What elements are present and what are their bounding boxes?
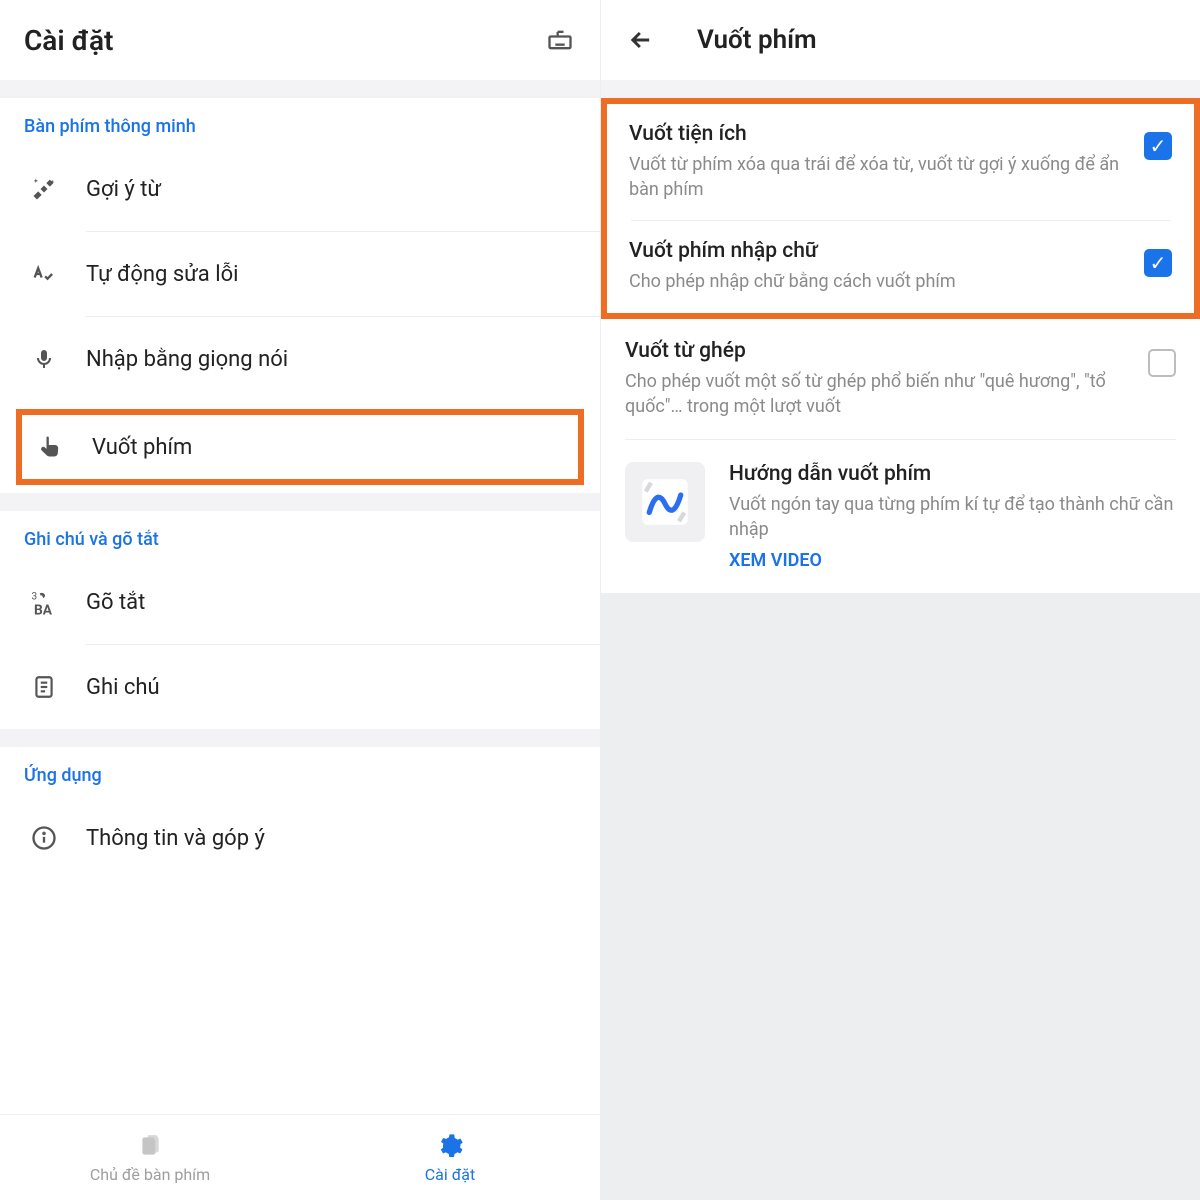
- empty-space: [601, 593, 1200, 1200]
- autocorrect-icon: [24, 254, 64, 294]
- tab-label: Cài đặt: [425, 1165, 475, 1184]
- swipe-header: Vuốt phím: [601, 0, 1200, 80]
- swipe-pane: Vuốt phím Vuốt tiện ích Vuốt từ phím xóa…: [600, 0, 1200, 1200]
- settings-header: Cài đặt: [0, 0, 600, 80]
- option-desc: Cho phép vuốt một số từ ghép phổ biến nh…: [625, 369, 1136, 419]
- settings-pane: Cài đặt Bàn phím thông minh Gợi ý từ: [0, 0, 600, 1200]
- guide-link[interactable]: XEM VIDEO: [729, 550, 1176, 571]
- guide-desc: Vuốt ngón tay qua từng phím kí tự để tạo…: [729, 492, 1176, 542]
- row-voice-input[interactable]: Nhập bằng giọng nói: [0, 317, 600, 401]
- swipe-highlight: Vuốt tiện ích Vuốt từ phím xóa qua trái …: [601, 98, 1200, 319]
- checkbox-icon[interactable]: ✓: [1148, 349, 1176, 377]
- row-about[interactable]: Thông tin và góp ý: [0, 796, 600, 880]
- section-label-app: Ứng dụng: [0, 747, 600, 796]
- page-title: Vuốt phím: [697, 25, 817, 55]
- svg-text:BA: BA: [34, 603, 53, 618]
- option-desc: Cho phép nhập chữ bằng cách vuốt phím: [629, 269, 1132, 294]
- row-suggestions[interactable]: Gợi ý từ: [0, 147, 600, 231]
- option-swipe-typing[interactable]: Vuốt phím nhập chữ Cho phép nhập chữ bằn…: [607, 221, 1194, 312]
- section-gap: [0, 80, 600, 98]
- option-title: Vuốt từ ghép: [625, 339, 1136, 363]
- wand-icon: [24, 169, 64, 209]
- keyboard-picker-icon[interactable]: [544, 24, 576, 56]
- theme-icon: [135, 1131, 165, 1161]
- row-label: Gõ tắt: [86, 590, 145, 615]
- mic-icon: [24, 339, 64, 379]
- row-label: Gợi ý từ: [86, 177, 161, 202]
- option-title: Vuốt phím nhập chữ: [629, 239, 1132, 263]
- section-gap: [0, 493, 600, 511]
- info-icon: [24, 818, 64, 858]
- checkbox-icon[interactable]: ✓: [1144, 249, 1172, 277]
- guide-title: Hướng dẫn vuốt phím: [729, 462, 1176, 486]
- section-label-smart: Bàn phím thông minh: [0, 98, 600, 147]
- row-notes[interactable]: Ghi chú: [0, 645, 600, 729]
- section-label-notes: Ghi chú và gõ tắt: [0, 511, 600, 560]
- guide-block: Hướng dẫn vuốt phím Vuốt ngón tay qua từ…: [601, 440, 1200, 593]
- checkbox-icon[interactable]: ✓: [1144, 132, 1172, 160]
- row-swipe-highlight[interactable]: Vuốt phím: [16, 409, 584, 485]
- gear-icon: [435, 1131, 465, 1161]
- svg-text:3: 3: [32, 592, 38, 603]
- guide-thumbnail: [625, 462, 705, 542]
- tab-themes[interactable]: Chủ đề bàn phím: [0, 1115, 300, 1200]
- tab-settings[interactable]: Cài đặt: [300, 1115, 600, 1200]
- section-gap: [601, 80, 1200, 98]
- row-label: Nhập bằng giọng nói: [86, 347, 288, 372]
- option-desc: Vuốt từ phím xóa qua trái để xóa từ, vuố…: [629, 152, 1132, 202]
- tab-label: Chủ đề bàn phím: [90, 1165, 210, 1184]
- bottom-tabbar: Chủ đề bàn phím Cài đặt: [0, 1114, 600, 1200]
- row-shortcut[interactable]: 3BA Gõ tắt: [0, 560, 600, 644]
- row-autocorrect[interactable]: Tự động sửa lỗi: [0, 232, 600, 316]
- page-title: Cài đặt: [24, 24, 113, 57]
- row-label: Vuốt phím: [92, 435, 192, 460]
- back-button[interactable]: [625, 24, 657, 56]
- row-label: Thông tin và góp ý: [86, 826, 265, 851]
- note-icon: [24, 667, 64, 707]
- option-title: Vuốt tiện ích: [629, 122, 1132, 146]
- option-swipe-compound[interactable]: Vuốt từ ghép Cho phép vuốt một số từ ghé…: [601, 319, 1200, 439]
- shortcut-icon: 3BA: [24, 582, 64, 622]
- row-label: Ghi chú: [86, 675, 160, 700]
- option-swipe-utilities[interactable]: Vuốt tiện ích Vuốt từ phím xóa qua trái …: [607, 104, 1194, 220]
- swipe-options: Vuốt tiện ích Vuốt từ phím xóa qua trái …: [601, 98, 1200, 593]
- swipe-icon: [30, 427, 70, 467]
- section-gap: [0, 729, 600, 747]
- row-label: Tự động sửa lỗi: [86, 262, 238, 287]
